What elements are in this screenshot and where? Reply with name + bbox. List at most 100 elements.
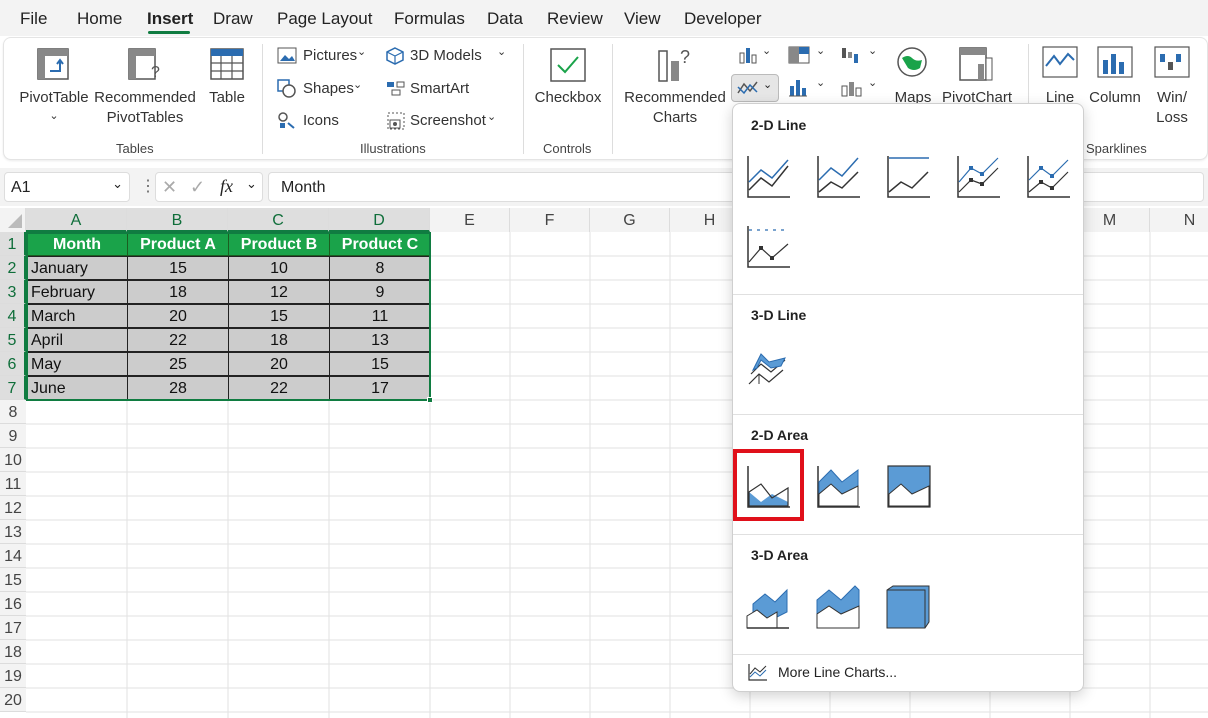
row-header-12[interactable]: 12 — [0, 496, 26, 520]
chevron-down-icon[interactable]: ⌄ — [246, 176, 257, 192]
row-header-15[interactable]: 15 — [0, 568, 26, 592]
waterfall-chart-chevron-down-icon[interactable]: ⌄ — [868, 44, 877, 57]
sparkline-column-button[interactable]: Column — [1088, 88, 1142, 108]
3d-models-chevron-down-icon[interactable]: ⌄ — [497, 45, 506, 58]
column-header-n[interactable]: N — [1150, 208, 1208, 232]
combo-chart-chevron-down-icon[interactable]: ⌄ — [868, 76, 877, 89]
data-cell[interactable]: 8 — [329, 256, 431, 280]
line-area-chart-button[interactable]: ⌄ — [731, 74, 779, 102]
data-cell[interactable]: 22 — [228, 376, 330, 400]
checkbox-button[interactable]: Checkbox — [534, 88, 602, 108]
row-header-17[interactable]: 17 — [0, 616, 26, 640]
data-cell[interactable]: 18 — [127, 280, 229, 304]
data-cell[interactable]: 20 — [228, 352, 330, 376]
row-header-11[interactable]: 11 — [0, 472, 26, 496]
data-cell[interactable]: January — [26, 256, 128, 280]
row-header-3[interactable]: 3 — [0, 280, 26, 304]
data-cell[interactable]: April — [26, 328, 128, 352]
column-header-g[interactable]: G — [590, 208, 670, 232]
hierarchy-chart-chevron-down-icon[interactable]: ⌄ — [816, 44, 825, 57]
shapes-chevron-down-icon[interactable]: ⌄ — [353, 78, 362, 91]
screenshot-chevron-down-icon[interactable]: ⌄ — [487, 110, 496, 123]
data-cell[interactable]: 15 — [329, 352, 431, 376]
3d-line-chart-icon[interactable] — [745, 344, 791, 390]
combo-chart-icon[interactable] — [840, 78, 862, 98]
data-cell[interactable]: June — [26, 376, 128, 400]
column-header-d[interactable]: D — [329, 208, 430, 232]
smartart-button[interactable]: SmartArt — [410, 80, 469, 97]
row-header-5[interactable]: 5 — [0, 328, 26, 352]
more-line-charts-link[interactable]: More Line Charts... — [778, 664, 897, 680]
select-all-corner[interactable] — [0, 208, 26, 232]
row-header-8[interactable]: 8 — [0, 400, 26, 424]
data-cell[interactable]: 25 — [127, 352, 229, 376]
tab-review[interactable]: Review — [547, 9, 603, 29]
data-cell[interactable]: 22 — [127, 328, 229, 352]
row-header-6[interactable]: 6 — [0, 352, 26, 376]
cancel-icon[interactable]: ✕ — [162, 177, 177, 198]
data-cell[interactable]: March — [26, 304, 128, 328]
enter-icon[interactable]: ✓ — [190, 177, 205, 198]
screenshot-button[interactable]: Screenshot — [410, 112, 486, 129]
data-cell[interactable]: February — [26, 280, 128, 304]
data-cell[interactable]: 15 — [127, 256, 229, 280]
sparkline-winloss-button[interactable]: Win/ — [1148, 88, 1196, 108]
3d-area-chart-icon[interactable] — [745, 584, 791, 630]
line-with-markers-chart-icon[interactable] — [955, 154, 1001, 200]
100-stacked-line-markers-chart-icon[interactable] — [745, 224, 791, 270]
pivottable-button[interactable]: PivotTable — [19, 88, 89, 108]
row-header-19[interactable]: 19 — [0, 664, 26, 688]
data-cell[interactable]: 13 — [329, 328, 431, 352]
row-header-2[interactable]: 2 — [0, 256, 26, 280]
more-options-icon[interactable]: ⋮ — [140, 176, 156, 196]
stacked-line-chart-icon[interactable] — [815, 154, 861, 200]
column-header-e[interactable]: E — [430, 208, 510, 232]
data-cell[interactable]: 20 — [127, 304, 229, 328]
waterfall-chart-icon[interactable] — [840, 46, 862, 64]
stacked-line-markers-chart-icon[interactable] — [1025, 154, 1071, 200]
area-chart-icon[interactable] — [745, 464, 791, 510]
row-header-9[interactable]: 9 — [0, 424, 26, 448]
icons-button[interactable]: Icons — [303, 112, 339, 129]
header-cell[interactable]: Product A — [127, 232, 229, 256]
row-header-16[interactable]: 16 — [0, 592, 26, 616]
header-cell[interactable]: Month — [26, 232, 128, 256]
statistic-chart-icon[interactable] — [788, 78, 808, 98]
100-stacked-line-chart-icon[interactable] — [885, 154, 931, 200]
header-cell[interactable]: Product C — [329, 232, 431, 256]
name-box[interactable]: A1 ⌄ — [4, 172, 130, 202]
tab-insert[interactable]: Insert — [147, 9, 193, 29]
statistic-chart-chevron-down-icon[interactable]: ⌄ — [816, 76, 825, 89]
tab-home[interactable]: Home — [77, 9, 122, 29]
tab-formulas[interactable]: Formulas — [394, 9, 465, 29]
recommended-charts-button[interactable]: Recommended — [623, 88, 727, 108]
stacked-area-chart-icon[interactable] — [815, 464, 861, 510]
tab-view[interactable]: View — [624, 9, 661, 29]
recommended-pivottables-button[interactable]: Recommended — [94, 88, 196, 108]
3d-models-button[interactable]: 3D Models — [410, 47, 482, 64]
hierarchy-chart-icon[interactable] — [788, 46, 810, 64]
data-cell[interactable]: May — [26, 352, 128, 376]
column-header-c[interactable]: C — [228, 208, 329, 232]
column-chart-icon[interactable] — [738, 46, 758, 64]
data-cell[interactable]: 10 — [228, 256, 330, 280]
tab-page-layout[interactable]: Page Layout — [277, 9, 372, 29]
data-cell[interactable]: 17 — [329, 376, 431, 400]
header-cell[interactable]: Product B — [228, 232, 330, 256]
tab-data[interactable]: Data — [487, 9, 523, 29]
data-cell[interactable]: 28 — [127, 376, 229, 400]
data-cell[interactable]: 12 — [228, 280, 330, 304]
column-header-b[interactable]: B — [127, 208, 228, 232]
column-chart-chevron-down-icon[interactable]: ⌄ — [762, 44, 771, 57]
row-header-20[interactable]: 20 — [0, 688, 26, 712]
100-stacked-area-chart-icon[interactable] — [885, 464, 931, 510]
data-cell[interactable]: 15 — [228, 304, 330, 328]
tab-draw[interactable]: Draw — [213, 9, 253, 29]
pivottable-chevron-down-icon[interactable]: ⌄ — [46, 106, 62, 126]
row-header-10[interactable]: 10 — [0, 448, 26, 472]
data-cell[interactable]: 11 — [329, 304, 431, 328]
row-header-13[interactable]: 13 — [0, 520, 26, 544]
insert-function-icon[interactable]: fx — [220, 176, 233, 197]
data-cell[interactable]: 9 — [329, 280, 431, 304]
3d-100-stacked-area-chart-icon[interactable] — [885, 584, 931, 630]
